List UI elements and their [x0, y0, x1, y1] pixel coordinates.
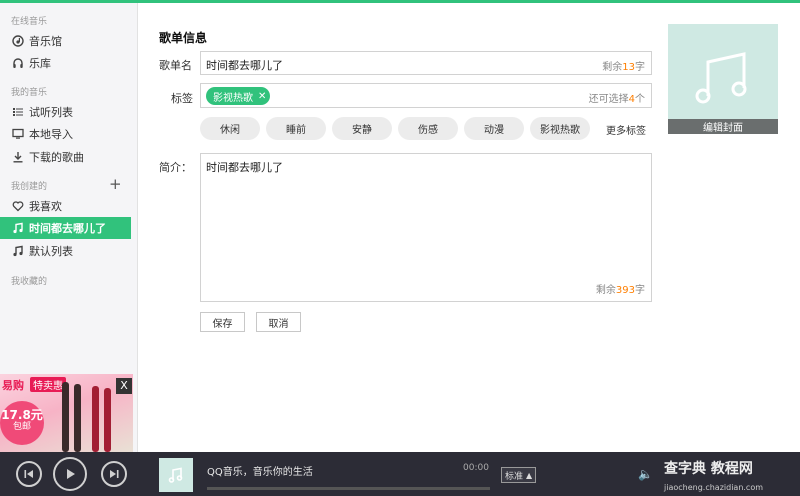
now-playing-thumbnail[interactable]: [159, 458, 193, 492]
sidebar-item-trial-list[interactable]: 试听列表: [0, 101, 131, 123]
playlist-name-input[interactable]: 时间都去哪儿了 剩余13字: [200, 51, 652, 75]
intro-label: 简介：: [159, 161, 192, 174]
intro-char-counter: 剩余393字: [595, 285, 645, 296]
sidebar-item-label: 时间都去哪儿了: [29, 222, 106, 235]
tag-option-button[interactable]: 睡前: [266, 117, 326, 140]
tag-option-button[interactable]: 动漫: [464, 117, 524, 140]
headphones-icon: [11, 57, 25, 69]
playback-time: 00:00: [463, 463, 489, 473]
previous-button[interactable]: [16, 461, 42, 487]
heart-icon: [11, 200, 25, 212]
sidebar-item-label: 本地导入: [29, 128, 73, 141]
tags-input[interactable]: 影视热歌 ✕ 还可选择4个: [200, 83, 652, 108]
player-bar: QQ音乐，音乐你的生活 00:00 标准 ▲ 🔈 查字典 教程网 jiaoche…: [0, 452, 800, 496]
quality-selector[interactable]: 标准 ▲: [501, 467, 537, 483]
sidebar-item-local-import[interactable]: 本地导入: [0, 123, 131, 145]
ad-brand: 易购: [2, 379, 24, 392]
name-char-counter: 剩余13字: [602, 62, 645, 73]
progress-bar[interactable]: [207, 487, 490, 490]
play-icon: [67, 469, 75, 479]
sidebar-item-playlist-active[interactable]: 时间都去哪儿了: [0, 217, 131, 239]
cancel-button[interactable]: 取消: [256, 312, 301, 332]
more-tags-link[interactable]: 更多标签: [606, 122, 646, 137]
sidebar-item-music-hall[interactable]: 音乐馆: [0, 30, 131, 52]
sidebar-item-label: 我喜欢: [29, 200, 62, 213]
ad-figure-leg: [104, 388, 111, 452]
quality-label: 标准: [505, 471, 524, 482]
music-note-icon: [11, 222, 25, 234]
sidebar-item-label: 默认列表: [29, 245, 73, 258]
ad-tag: 特卖惠: [30, 377, 66, 392]
sidebar-item-downloads[interactable]: 下载的歌曲: [0, 146, 131, 168]
sidebar-item-label: 下载的歌曲: [29, 151, 84, 164]
download-icon: [11, 151, 25, 163]
ad-sub: 包邮: [12, 422, 31, 432]
music-note-icon: [11, 245, 25, 257]
add-playlist-icon[interactable]: +: [109, 177, 122, 192]
section-title-collected: 我收藏的: [11, 277, 48, 287]
sidebar-item-label: 音乐馆: [29, 35, 62, 48]
section-title-created: 我创建的: [11, 182, 48, 192]
tag-option-button[interactable]: 影视热歌: [530, 117, 590, 140]
ad-figure-leg: [74, 384, 81, 452]
playlist-name-label: 歌单名: [159, 59, 192, 72]
main-content: 歌单信息 歌单名 时间都去哪儿了 剩余13字 标签 影视热歌 ✕ 还可选择4个 …: [139, 3, 800, 452]
save-button[interactable]: 保存: [200, 312, 245, 332]
music-hall-icon: [11, 35, 25, 47]
ad-figure-leg: [62, 382, 69, 452]
previous-icon: [24, 470, 33, 478]
watermark-url: jiaocheng.chazidian.com: [664, 483, 764, 492]
sidebar-item-library[interactable]: 乐库: [0, 52, 131, 74]
ad-price: 17.8元: [1, 408, 43, 422]
play-button[interactable]: [53, 457, 87, 491]
sidebar-item-label: 试听列表: [29, 106, 73, 119]
music-note-icon: [168, 467, 183, 483]
next-icon: [110, 470, 119, 478]
monitor-icon: [11, 128, 25, 140]
intro-value: 时间都去哪儿了: [206, 161, 283, 174]
ad-price-badge: 17.8元 包邮: [0, 401, 44, 445]
ad-banner[interactable]: 易购 特卖惠 X 17.8元 包邮: [0, 374, 133, 452]
volume-icon[interactable]: 🔈: [638, 467, 653, 481]
ad-close-button[interactable]: X: [116, 378, 132, 394]
playlist-name-value: 时间都去哪儿了: [206, 59, 283, 72]
section-title-online: 在线音乐: [11, 17, 48, 27]
sidebar-item-default-list[interactable]: 默认列表: [0, 240, 131, 262]
sidebar-item-label: 乐库: [29, 57, 51, 70]
sidebar-item-favorites[interactable]: 我喜欢: [0, 195, 131, 217]
next-button[interactable]: [101, 461, 127, 487]
intro-textarea[interactable]: 时间都去哪儿了 剩余393字: [200, 153, 652, 302]
tag-option-button[interactable]: 伤感: [398, 117, 458, 140]
cover-image[interactable]: 编辑封面: [668, 24, 778, 134]
tags-label: 标签: [171, 92, 193, 105]
tags-remaining-counter: 还可选择4个: [588, 94, 645, 105]
ad-figure-leg: [92, 386, 99, 452]
list-icon: [11, 106, 25, 118]
page-title: 歌单信息: [159, 31, 208, 45]
caret-up-icon: ▲: [526, 470, 533, 480]
section-title-my-music: 我的音乐: [11, 88, 48, 98]
now-playing-title: QQ音乐，音乐你的生活: [207, 467, 313, 478]
remove-tag-icon[interactable]: ✕: [258, 91, 266, 102]
selected-tag-chip[interactable]: 影视热歌 ✕: [206, 87, 271, 105]
tag-option-button[interactable]: 休闲: [200, 117, 260, 140]
cover-music-note-icon: [695, 52, 747, 104]
edit-cover-button[interactable]: 编辑封面: [668, 119, 778, 134]
watermark-logo: 查字典 教程网: [664, 461, 753, 477]
tag-option-button[interactable]: 安静: [332, 117, 392, 140]
selected-tag-label: 影视热歌: [213, 92, 253, 104]
